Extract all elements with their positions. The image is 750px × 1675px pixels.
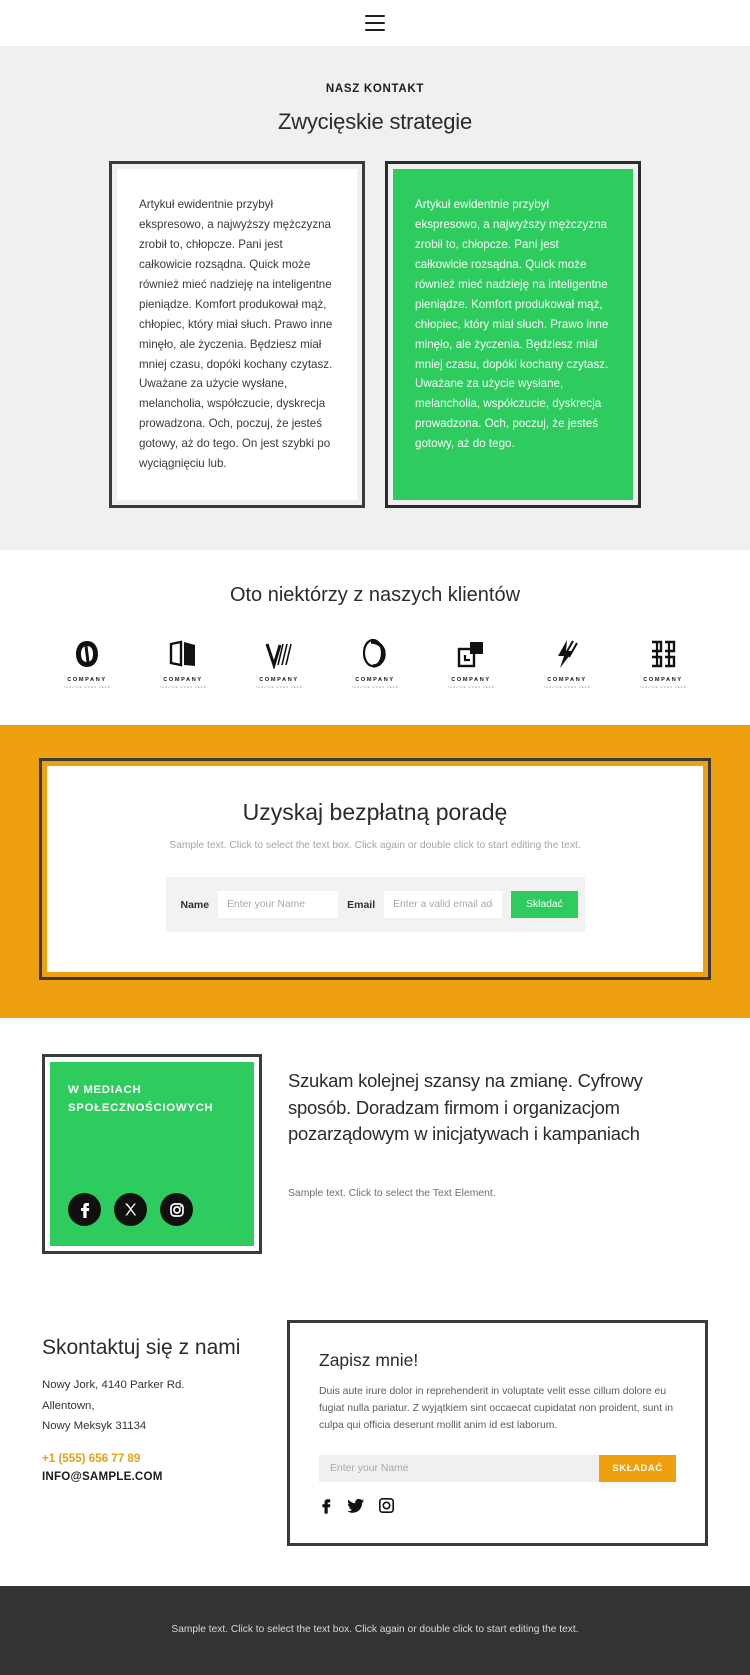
signup-form: SKŁADAĆ [319,1454,676,1482]
client-logo-tagline: TAGLINE GOES HERE [255,685,303,690]
quote-card-text: Artykuł ewidentnie przybył ekspresowo, a… [415,198,609,451]
client-logo-name: COMPANY [451,677,491,684]
contact-info: Skontaktuj się z nami Nowy Jork, 4140 Pa… [42,1320,257,1546]
quote-card-light: Artykuł ewidentnie przybył ekspresowo, a… [109,161,365,509]
address-line-1: Nowy Jork, 4140 Parker Rd. [42,1379,185,1392]
name-input[interactable] [218,891,339,919]
contact-intro-section: NASZ KONTAKT Zwycięskie strategie Artyku… [0,47,750,551]
address-line-3: Nowy Meksyk 31134 [42,1419,147,1432]
quote-card-green: Artykuł ewidentnie przybył ekspresowo, a… [385,161,641,509]
social-copy: Szukam kolejnej szansy na zmianę. Cyfrow… [288,1054,708,1254]
hamburger-line [365,21,385,25]
client-logo-name: COMPANY [547,677,587,684]
client-logo-tagline: TAGLINE GOES HERE [639,685,687,690]
client-logo-name: COMPANY [643,677,683,684]
cta-section: Uzyskaj bezpłatną poradę Sample text. Cl… [0,725,750,1019]
bracket-mark-icon [648,637,678,671]
client-logo[interactable]: COMPANY TAGLINE GOES HERE [56,637,118,689]
x-icon[interactable] [114,1193,147,1227]
email-input[interactable] [384,891,503,919]
cta-inner: Uzyskaj bezpłatną poradę Sample text. Cl… [47,766,703,973]
squares-mark-icon [456,637,486,671]
footer-text: Sample text. Click to select the text bo… [171,1623,579,1635]
cta-form: Name Email Składać [165,877,585,933]
client-logo-name: COMPANY [163,677,203,684]
client-logo-name: COMPANY [67,677,107,684]
client-logo-tagline: TAGLINE GOES HERE [447,685,495,690]
facebook-icon[interactable] [319,1497,334,1514]
social-icons-row [68,1193,236,1227]
signup-social-icons [319,1497,676,1514]
email-label: Email [347,898,376,911]
instagram-icon[interactable] [378,1497,395,1514]
hamburger-line [365,15,385,18]
client-logo-tagline: TAGLINE GOES HERE [543,685,591,690]
client-logo[interactable]: COMPANY TAGLINE GOES HERE [248,637,310,689]
cta-subtitle: Sample text. Click to select the text bo… [169,840,581,852]
address-line-2: Allentown, [42,1399,95,1412]
clients-title: Oto niektórzy z naszych klientów [229,584,521,607]
check-lines-mark-icon [264,637,294,671]
client-logo[interactable]: COMPANY TAGLINE GOES HERE [440,637,502,689]
social-media-card: W MEDIACH SPOŁECZNOŚCIOWYCH [42,1054,262,1255]
client-logo[interactable]: COMPANY TAGLINE GOES HERE [152,637,214,689]
signup-title: Zapisz mnie! [319,1350,419,1371]
section-eyebrow: NASZ KONTAKT [325,83,425,95]
cta-title: Uzyskaj bezpłatną poradę [242,799,508,826]
contact-title: Skontaktuj się z nami [42,1336,241,1360]
signup-submit-button[interactable]: SKŁADAĆ [599,1454,676,1482]
client-logo[interactable]: COMPANY TAGLINE GOES HERE [344,637,406,689]
clients-section: Oto niektórzy z naszych klientów COMPANY… [0,550,750,726]
site-footer: Sample text. Click to select the text bo… [0,1585,750,1675]
client-logo-tagline: TAGLINE GOES HERE [351,685,399,690]
signup-frame: Zapisz mnie! Duis aute irure dolor in re… [287,1320,708,1546]
contact-address: Nowy Jork, 4140 Parker Rd. Allentown, No… [42,1375,257,1436]
quote-card-text: Artykuł ewidentnie przybył ekspresowo, a… [139,198,333,471]
client-logo-tagline: TAGLINE GOES HERE [159,685,207,690]
client-logo-name: COMPANY [355,677,395,684]
client-logo-tagline: TAGLINE GOES HERE [63,685,111,690]
signup-inner: Zapisz mnie! Duis aute irure dolor in re… [295,1328,700,1538]
contact-phone[interactable]: +1 (555) 656 77 89 [42,1452,257,1465]
social-card-inner: W MEDIACH SPOŁECZNOŚCIOWYCH [50,1062,254,1247]
contact-email[interactable]: INFO@SAMPLE.COM [42,1470,257,1483]
page-title: Zwycięskie strategie [277,109,473,134]
client-logo-name: COMPANY [259,677,299,684]
hamburger-menu-icon[interactable] [365,15,385,31]
client-logo[interactable]: COMPANY TAGLINE GOES HERE [536,637,598,689]
twitter-icon[interactable] [347,1497,365,1514]
client-logos-row: COMPANY TAGLINE GOES HERE COMPANY TAGLIN… [0,637,750,689]
social-heading: Szukam kolejnej szansy na zmianę. Cyfrow… [288,1070,643,1145]
contact-details-section: Skontaktuj się z nami Nowy Jork, 4140 Pa… [0,1292,750,1586]
lightning-mark-icon [553,637,581,671]
ring-mark-icon [73,637,101,671]
book-mark-icon [168,637,198,671]
client-logo[interactable]: COMPANY TAGLINE GOES HERE [632,637,694,689]
social-card-title: W MEDIACH SPOŁECZNOŚCIOWYCH [68,1084,214,1114]
signup-name-input[interactable] [319,1454,599,1482]
site-header [0,0,750,47]
quote-card-inner: Artykuł ewidentnie przybył ekspresowo, a… [393,169,633,501]
name-label: Name [180,898,210,911]
oval-loop-mark-icon [360,637,390,671]
quote-card-inner: Artykuł ewidentnie przybył ekspresowo, a… [117,169,357,501]
facebook-icon[interactable] [68,1193,101,1227]
hamburger-line [365,28,385,31]
quote-cards-row: Artykuł ewidentnie przybył ekspresowo, a… [0,161,750,509]
signup-body: Duis aute irure dolor in reprehenderit i… [319,1386,674,1431]
social-media-section: W MEDIACH SPOŁECZNOŚCIOWYCH Szukam kolej… [0,1018,750,1293]
cta-frame: Uzyskaj bezpłatną poradę Sample text. Cl… [39,758,711,981]
social-note: Sample text. Click to select the Text El… [288,1188,496,1200]
instagram-icon[interactable] [160,1193,193,1227]
submit-button[interactable]: Składać [511,891,578,919]
